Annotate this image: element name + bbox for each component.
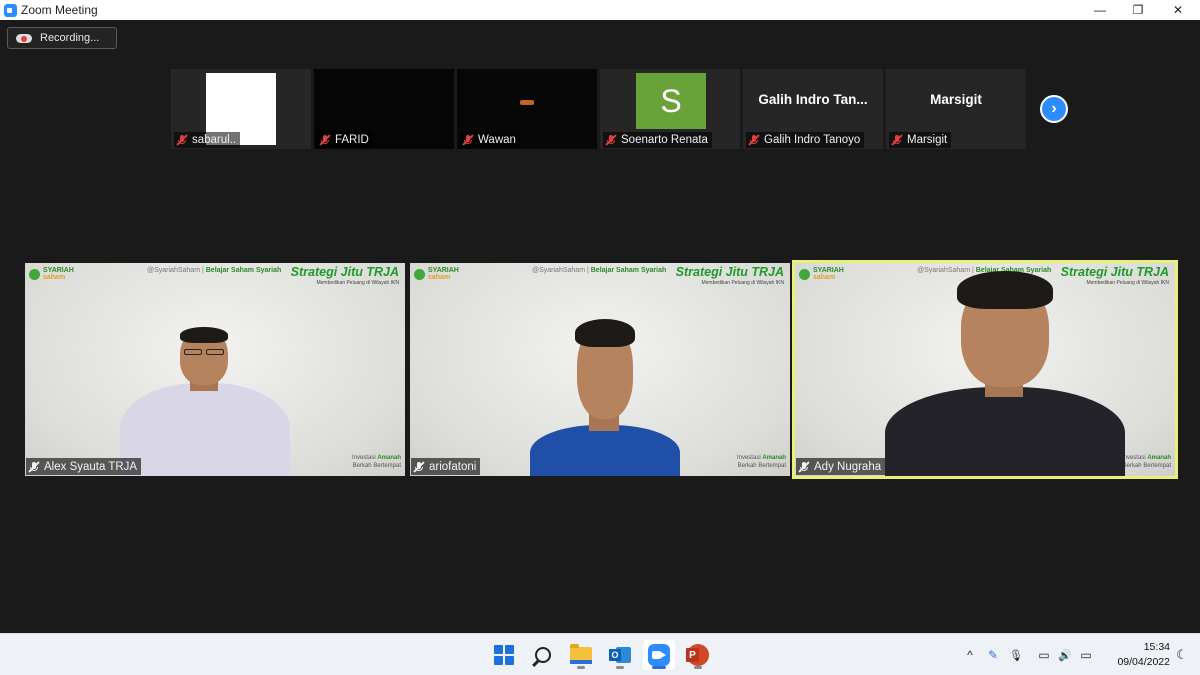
muted-mic-icon bbox=[462, 134, 474, 146]
participant-display-name: Marsigit bbox=[930, 91, 982, 107]
microphone-button[interactable]: 🎙 bbox=[1006, 634, 1026, 675]
file-explorer-icon bbox=[570, 643, 592, 664]
title-bar: Zoom Meeting — ❐ ✕ bbox=[0, 0, 1200, 20]
battery-icon: ▭ bbox=[1080, 648, 1092, 662]
participant-thumbnail[interactable]: FARID bbox=[314, 69, 454, 149]
participant-video bbox=[885, 269, 1125, 476]
chevron-right-icon: › bbox=[1051, 100, 1057, 117]
powerpoint-icon: P bbox=[686, 644, 709, 666]
participant-name: FARID bbox=[335, 134, 369, 146]
zoom-app-icon bbox=[4, 3, 17, 17]
strategy-subtitle: Membedikan Peluang di Wilayah IKN bbox=[701, 280, 784, 286]
participant-name: Galih Indro Tanoyo bbox=[764, 134, 861, 146]
strategy-title: Strategi Jitu TRJA bbox=[290, 265, 399, 279]
cloud-recording-icon bbox=[16, 32, 32, 44]
close-button[interactable]: ✕ bbox=[1158, 0, 1198, 20]
tagline: @SyariahSaham | Belajar Saham Syariah bbox=[532, 267, 667, 274]
participant-name: Soenarto Renata bbox=[621, 134, 708, 146]
background-footer: Investasi Amanah Berkah Bertempat bbox=[1121, 455, 1171, 469]
chevron-up-icon: ^ bbox=[967, 648, 973, 662]
muted-mic-icon bbox=[319, 134, 331, 146]
muted-mic-icon bbox=[176, 134, 188, 146]
clock-time: 15:34 bbox=[1143, 641, 1170, 653]
participant-name: Wawan bbox=[478, 134, 516, 146]
participant-video bbox=[525, 319, 685, 476]
recording-indicator[interactable]: Recording... bbox=[7, 27, 117, 49]
volume-icon: 🔊 bbox=[1058, 649, 1072, 662]
muted-mic-icon bbox=[891, 134, 903, 146]
zoom-taskbar-button[interactable] bbox=[643, 640, 675, 670]
pen-button[interactable]: ✎ bbox=[983, 634, 1003, 675]
window-title: Zoom Meeting bbox=[21, 3, 98, 17]
search-icon bbox=[535, 647, 551, 663]
syariah-saham-logo: SYARIAH saham bbox=[29, 267, 74, 281]
powerpoint-button[interactable]: P bbox=[682, 640, 714, 670]
start-button[interactable] bbox=[488, 640, 520, 670]
muted-mic-icon bbox=[28, 460, 40, 473]
background-footer: Investasi Amanah Berkah Bertempat bbox=[351, 455, 401, 469]
minimize-button[interactable]: — bbox=[1080, 0, 1120, 20]
outlook-icon: O bbox=[609, 645, 631, 665]
muted-mic-icon bbox=[748, 134, 760, 146]
speaker-tile-active[interactable]: SYARIAHsaham @SyariahSaham | Belajar Sah… bbox=[792, 260, 1178, 479]
outlook-button[interactable]: O bbox=[604, 640, 636, 670]
show-hidden-icons-button[interactable]: ^ bbox=[960, 634, 980, 675]
background-footer: Investasi Amanah Berkah Bertempat bbox=[736, 455, 786, 469]
battery-button[interactable]: ▭ bbox=[1076, 634, 1096, 675]
network-button[interactable]: ▭ bbox=[1034, 634, 1054, 675]
search-button[interactable] bbox=[527, 640, 559, 670]
participant-name: Marsigit bbox=[907, 134, 948, 146]
moon-icon: ☾ bbox=[1176, 647, 1188, 662]
strategy-title: Strategi Jitu TRJA bbox=[675, 265, 784, 279]
avatar: S bbox=[636, 73, 706, 129]
strategy-subtitle: Membedikan Peluang di Wilayah IKN bbox=[316, 280, 399, 286]
muted-mic-icon bbox=[605, 134, 617, 146]
clock[interactable]: 15:34 09/04/2022 bbox=[1100, 640, 1170, 670]
screen: Zoom Meeting — ❐ ✕ Recording... sabarul.… bbox=[0, 0, 1200, 675]
participant-thumbnail[interactable]: Wawan bbox=[457, 69, 597, 149]
participant-name: Ady Nugraha bbox=[814, 460, 882, 473]
network-icon: ▭ bbox=[1038, 648, 1050, 662]
participant-name: sabarul.. bbox=[192, 134, 237, 146]
participant-video bbox=[520, 100, 534, 105]
microphone-icon: 🎙 bbox=[1009, 649, 1023, 662]
clock-date: 09/04/2022 bbox=[1117, 656, 1170, 668]
speaker-tile[interactable]: SYARIAH saham @SyariahSaham | Belajar Sah… bbox=[410, 263, 790, 476]
maximize-button[interactable]: ❐ bbox=[1118, 0, 1158, 20]
taskbar: O P ^ ✎ 🎙 ▭ 🔊 ▭ 15:34 09/04/2022 ☾ bbox=[0, 633, 1200, 675]
tagline: @SyariahSaham | Belajar Saham Syariah bbox=[147, 267, 282, 274]
pen-icon: ✎ bbox=[987, 648, 999, 662]
muted-mic-icon bbox=[798, 460, 810, 473]
participant-name: ariofatoni bbox=[429, 460, 477, 473]
participant-thumbnail[interactable]: Galih Indro Tan... Galih Indro Tanoyo bbox=[743, 69, 883, 149]
next-page-button[interactable]: › bbox=[1040, 95, 1068, 123]
participant-display-name: Galih Indro Tan... bbox=[758, 91, 868, 107]
start-icon bbox=[494, 645, 514, 665]
participant-thumbnail[interactable]: sabarul.. bbox=[171, 69, 311, 149]
focus-assist-button[interactable]: ☾ bbox=[1172, 634, 1192, 675]
muted-mic-icon bbox=[413, 460, 425, 473]
zoom-icon bbox=[648, 644, 670, 666]
file-explorer-button[interactable] bbox=[565, 640, 597, 670]
syariah-saham-logo: SYARIAH saham bbox=[799, 267, 844, 281]
participant-video bbox=[110, 323, 300, 476]
syariah-saham-logo: SYARIAH saham bbox=[414, 267, 459, 281]
meeting-stage: Recording... sabarul.. FARID Wawan S Soe… bbox=[0, 20, 1200, 633]
participant-name: Alex Syauta TRJA bbox=[44, 460, 138, 473]
speaker-tile[interactable]: SYARIAH saham @SyariahSaham | Belajar Sah… bbox=[25, 263, 405, 476]
volume-button[interactable]: 🔊 bbox=[1055, 634, 1075, 675]
participant-thumbnail[interactable]: S Soenarto Renata bbox=[600, 69, 740, 149]
participant-thumbnail[interactable]: Marsigit Marsigit bbox=[886, 69, 1026, 149]
recording-label: Recording... bbox=[40, 32, 100, 44]
